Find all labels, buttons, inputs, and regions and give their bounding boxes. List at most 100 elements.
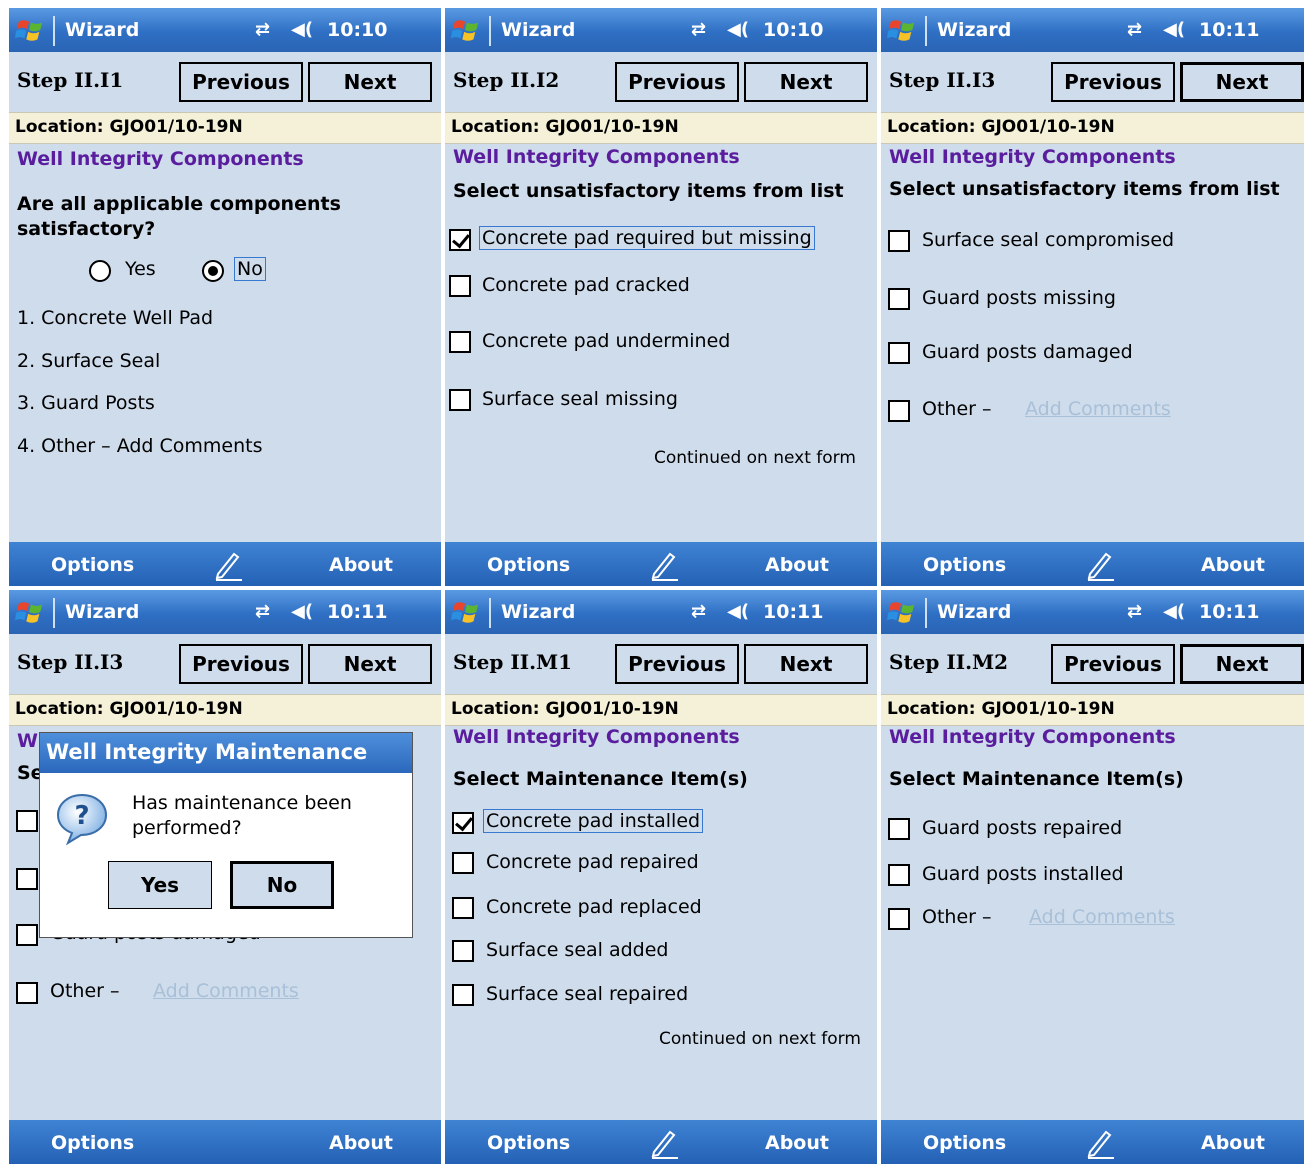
options-menu[interactable]: Options [51,1132,134,1154]
previous-button[interactable]: Previous [615,644,739,684]
previous-button[interactable]: Previous [179,644,303,684]
about-menu[interactable]: About [1201,554,1265,576]
input-panel-icon[interactable] [650,550,680,582]
checkbox[interactable] [16,810,38,832]
radio-yes[interactable] [89,260,111,282]
checkbox-label[interactable]: Concrete pad replaced [486,896,702,918]
checkbox-label[interactable]: Concrete pad undermined [482,330,730,352]
options-menu[interactable]: Options [923,554,1006,576]
speaker-icon[interactable]: ◀︎( [727,601,749,622]
checkbox[interactable] [452,812,474,834]
checkbox-label[interactable]: Surface seal compromised [922,229,1174,251]
previous-button[interactable]: Previous [1051,62,1175,102]
clock[interactable]: 10:11 [763,601,823,623]
next-button[interactable]: Next [744,62,868,102]
checkbox[interactable] [888,818,910,840]
connectivity-icon[interactable]: ⇄ [255,601,270,622]
checkbox[interactable] [452,852,474,874]
add-comments-link[interactable]: Add Comments [1029,906,1175,928]
windows-start-icon[interactable] [887,16,917,44]
about-menu[interactable]: About [765,1132,829,1154]
checkbox-label[interactable]: Surface seal missing [482,388,678,410]
dialog-no-button[interactable]: No [230,861,334,909]
checkbox[interactable] [452,984,474,1006]
previous-button[interactable]: Previous [179,62,303,102]
connectivity-icon[interactable]: ⇄ [1127,601,1142,622]
clock[interactable]: 10:11 [327,601,387,623]
speaker-icon[interactable]: ◀︎( [291,601,313,622]
about-menu[interactable]: About [765,554,829,576]
checkbox-label[interactable]: Guard posts repaired [922,817,1122,839]
checkbox[interactable] [449,229,471,251]
checkbox[interactable] [452,940,474,962]
next-button[interactable]: Next [1180,644,1304,684]
radio-no[interactable] [202,260,224,282]
speaker-icon[interactable]: ◀︎( [1163,19,1185,40]
options-menu[interactable]: Options [487,1132,570,1154]
checkbox[interactable] [888,908,910,930]
connectivity-icon[interactable]: ⇄ [691,601,706,622]
checkbox-label[interactable]: Guard posts missing [922,287,1116,309]
title-bar: Wizard ⇄ ◀︎( 10:11 [881,8,1304,52]
clock[interactable]: 10:10 [763,19,823,41]
checkbox-label[interactable]: Guard posts installed [922,863,1124,885]
checkbox-label[interactable]: Concrete pad repaired [486,851,699,873]
checkbox[interactable] [888,342,910,364]
checkbox[interactable] [888,864,910,886]
speaker-icon[interactable]: ◀︎( [727,19,749,40]
checkbox-label[interactable]: Other – [922,398,992,420]
checkbox-label[interactable]: Concrete pad cracked [482,274,690,296]
speaker-icon[interactable]: ◀︎( [291,19,313,40]
connectivity-icon[interactable]: ⇄ [255,19,270,40]
next-button[interactable]: Next [1180,62,1304,102]
radio-yes-label[interactable]: Yes [125,258,156,280]
checkbox-label[interactable]: Surface seal repaired [486,983,688,1005]
about-menu[interactable]: About [329,1132,393,1154]
connectivity-icon[interactable]: ⇄ [1127,19,1142,40]
checkbox[interactable] [888,230,910,252]
checkbox-label[interactable]: Concrete pad required but missing [479,226,815,250]
about-menu[interactable]: About [1201,1132,1265,1154]
windows-start-icon[interactable] [15,16,45,44]
windows-start-icon[interactable] [15,598,45,626]
checkbox[interactable] [16,868,38,890]
options-menu[interactable]: Options [923,1132,1006,1154]
checkbox[interactable] [16,924,38,946]
checkbox[interactable] [888,288,910,310]
clock[interactable]: 10:10 [327,19,387,41]
options-menu[interactable]: Options [51,554,134,576]
windows-start-icon[interactable] [887,598,917,626]
speaker-icon[interactable]: ◀︎( [1163,601,1185,622]
clock[interactable]: 10:11 [1199,19,1259,41]
previous-button[interactable]: Previous [615,62,739,102]
about-menu[interactable]: About [329,554,393,576]
options-menu[interactable]: Options [487,554,570,576]
checkbox[interactable] [449,275,471,297]
add-comments-link[interactable]: Add Comments [153,980,299,1002]
clock[interactable]: 10:11 [1199,601,1259,623]
input-panel-icon[interactable] [1086,550,1116,582]
add-comments-link[interactable]: Add Comments [1025,398,1171,420]
checkbox[interactable] [449,331,471,353]
next-button[interactable]: Next [744,644,868,684]
checkbox[interactable] [449,389,471,411]
connectivity-icon[interactable]: ⇄ [691,19,706,40]
dialog-yes-button[interactable]: Yes [108,861,212,909]
windows-start-icon[interactable] [451,16,481,44]
windows-start-icon[interactable] [451,598,481,626]
checkbox-label[interactable]: Surface seal added [486,939,669,961]
checkbox-label[interactable]: Guard posts damaged [922,341,1133,363]
checkbox-label[interactable]: Other – [922,906,992,928]
previous-button[interactable]: Previous [1051,644,1175,684]
checkbox-label[interactable]: Other – [50,980,120,1002]
checkbox-label[interactable]: Concrete pad installed [483,809,704,833]
checkbox[interactable] [888,400,910,422]
input-panel-icon[interactable] [1086,1128,1116,1160]
next-button[interactable]: Next [308,644,432,684]
input-panel-icon[interactable] [650,1128,680,1160]
checkbox[interactable] [452,897,474,919]
next-button[interactable]: Next [308,62,432,102]
checkbox[interactable] [16,982,38,1004]
input-panel-icon[interactable] [214,550,244,582]
radio-no-label[interactable]: No [234,257,266,281]
